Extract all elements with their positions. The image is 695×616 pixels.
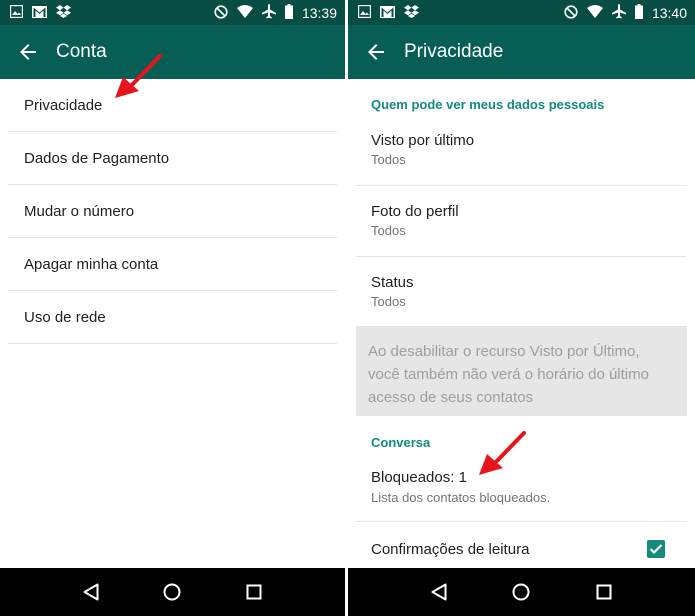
battery-icon	[634, 4, 643, 22]
privacy-settings-list: Quem pode ver meus dados pessoais Visto …	[348, 79, 695, 568]
navigation-bar	[348, 568, 695, 616]
dropbox-icon	[56, 5, 71, 23]
setting-profile-photo[interactable]: Foto do perfil Todos	[356, 186, 687, 257]
menu-item-label: Mudar o número	[24, 203, 135, 220]
section-header-personal-data: Quem pode ver meus dados pessoais	[371, 97, 605, 112]
back-triangle-icon	[431, 583, 447, 601]
app-bar: Conta	[0, 25, 345, 79]
nav-back-button[interactable]	[76, 577, 106, 607]
navigation-bar	[0, 568, 345, 616]
menu-item-label: Privacidade	[24, 97, 103, 114]
page-title: Conta	[56, 41, 107, 62]
setting-status[interactable]: Status Todos	[356, 257, 687, 326]
nav-home-button[interactable]	[506, 577, 536, 607]
gmail-icon	[380, 5, 395, 23]
menu-item-privacy[interactable]: Privacidade	[8, 79, 337, 132]
setting-value: Todos	[371, 294, 406, 309]
page-title: Privacidade	[404, 41, 504, 62]
menu-item-network-usage[interactable]: Uso de rede	[8, 291, 337, 344]
menu-item-label: Apagar minha conta	[24, 256, 159, 273]
setting-read-receipts[interactable]: Confirmações de leitura	[356, 522, 687, 568]
nav-recents-button[interactable]	[239, 577, 269, 607]
home-circle-icon	[512, 583, 530, 601]
arrow-back-icon	[368, 44, 384, 60]
app-bar: Privacidade	[348, 25, 695, 79]
do-not-disturb-icon	[214, 4, 228, 22]
setting-title: Foto do perfil	[371, 203, 459, 220]
image-icon	[357, 4, 372, 23]
recents-square-icon	[596, 584, 612, 600]
status-time: 13:40	[651, 5, 687, 21]
status-bar: 13:39	[0, 0, 345, 25]
check-icon	[649, 544, 663, 555]
back-button[interactable]	[348, 25, 404, 79]
back-button[interactable]	[0, 25, 56, 79]
setting-value: Todos	[371, 223, 406, 238]
menu-item-delete-account[interactable]: Apagar minha conta	[8, 238, 337, 291]
setting-title: Confirmações de leitura	[371, 541, 530, 558]
nav-back-button[interactable]	[424, 577, 454, 607]
back-triangle-icon	[83, 583, 99, 601]
annotation-arrow	[479, 431, 526, 475]
home-circle-icon	[163, 583, 181, 601]
phone-screen-account: 13:39 Conta Privacidade Dados de Pagamen…	[0, 0, 345, 616]
section-header-chat: Conversa	[371, 435, 431, 450]
wifi-icon	[586, 5, 603, 21]
phone-screen-privacy: 13:40 Privacidade Quem pode ver meus dad…	[348, 0, 695, 616]
setting-title: Status	[371, 274, 414, 291]
do-not-disturb-icon	[564, 4, 578, 22]
setting-subtitle: Lista dos contatos bloqueados.	[371, 490, 551, 505]
menu-item-payments[interactable]: Dados de Pagamento	[8, 132, 337, 185]
menu-item-label: Dados de Pagamento	[24, 150, 170, 167]
read-receipts-checkbox[interactable]	[647, 540, 665, 558]
setting-title: Visto por último	[371, 132, 475, 149]
arrow-back-icon	[20, 44, 36, 60]
airplane-icon	[261, 4, 276, 22]
menu-item-label: Uso de rede	[24, 309, 106, 326]
setting-last-seen[interactable]: Visto por último Todos	[356, 115, 687, 186]
annotation-arrow	[115, 54, 162, 98]
recents-square-icon	[246, 584, 262, 600]
nav-recents-button[interactable]	[589, 577, 619, 607]
last-seen-info-note: Ao desabilitar o recurso Visto por Últim…	[356, 326, 687, 416]
dropbox-icon	[404, 5, 419, 23]
menu-item-change-number[interactable]: Mudar o número	[8, 185, 337, 238]
account-menu-list: Privacidade Dados de Pagamento Mudar o n…	[0, 79, 345, 568]
image-icon	[9, 4, 24, 23]
setting-title: Bloqueados: 1	[371, 469, 467, 486]
setting-value: Todos	[371, 152, 406, 167]
battery-icon	[284, 4, 293, 22]
status-bar: 13:40	[348, 0, 695, 25]
airplane-icon	[611, 4, 626, 22]
gmail-icon	[32, 5, 47, 23]
status-time: 13:39	[301, 5, 337, 21]
nav-home-button[interactable]	[157, 577, 187, 607]
wifi-icon	[236, 5, 253, 21]
